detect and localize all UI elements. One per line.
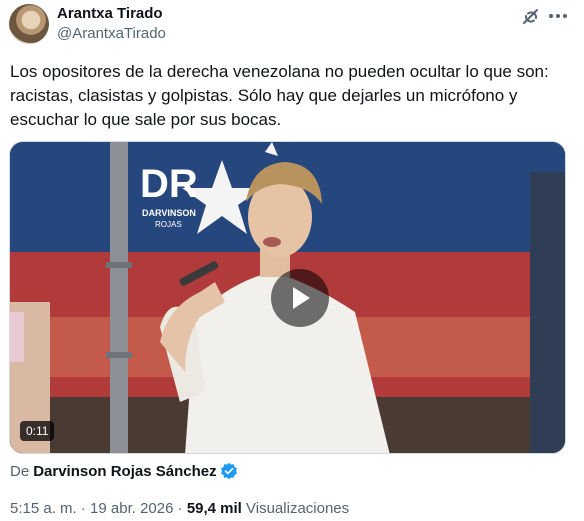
tweet-date[interactable]: 19 abr. 2026 [90,500,173,517]
attribution-prefix: De [10,462,30,480]
verified-badge-icon [220,462,237,480]
play-button[interactable] [271,269,329,327]
author-name[interactable]: Arantxa Tirado [57,5,163,22]
video-attribution: De Darvinson Rojas Sánchez [10,462,238,480]
tweet-time[interactable]: 5:15 a. m. [10,500,77,517]
logo-line2: ROJAS [155,220,182,229]
avatar[interactable] [9,4,49,44]
meta-separator: · [173,500,187,517]
meta-separator: · [76,500,91,517]
more-horizontal-icon[interactable] [546,4,570,28]
attribution-source-link[interactable]: Darvinson Rojas Sánchez [33,463,216,480]
tweet-meta: 5:15 a. m. · 19 abr. 2026 · 59,4 mil Vis… [10,500,349,517]
tweet: Arantxa Tirado @ArantxaTirado Los oposit… [0,0,584,521]
logo-letters: DR [140,162,198,206]
author-handle[interactable]: @ArantxaTirado [57,25,166,42]
video-player[interactable]: DR DARVINSON ROJAS [9,141,566,454]
play-icon [293,287,310,309]
video-duration: 0:11 [20,421,55,441]
views-count: 59,4 mil [186,500,242,517]
grok-icon[interactable] [520,6,542,28]
tweet-text: Los opositores de la derecha venezolana … [10,62,549,129]
logo-line1: DARVINSON [142,208,196,218]
views-label: Visualizaciones [241,500,350,517]
